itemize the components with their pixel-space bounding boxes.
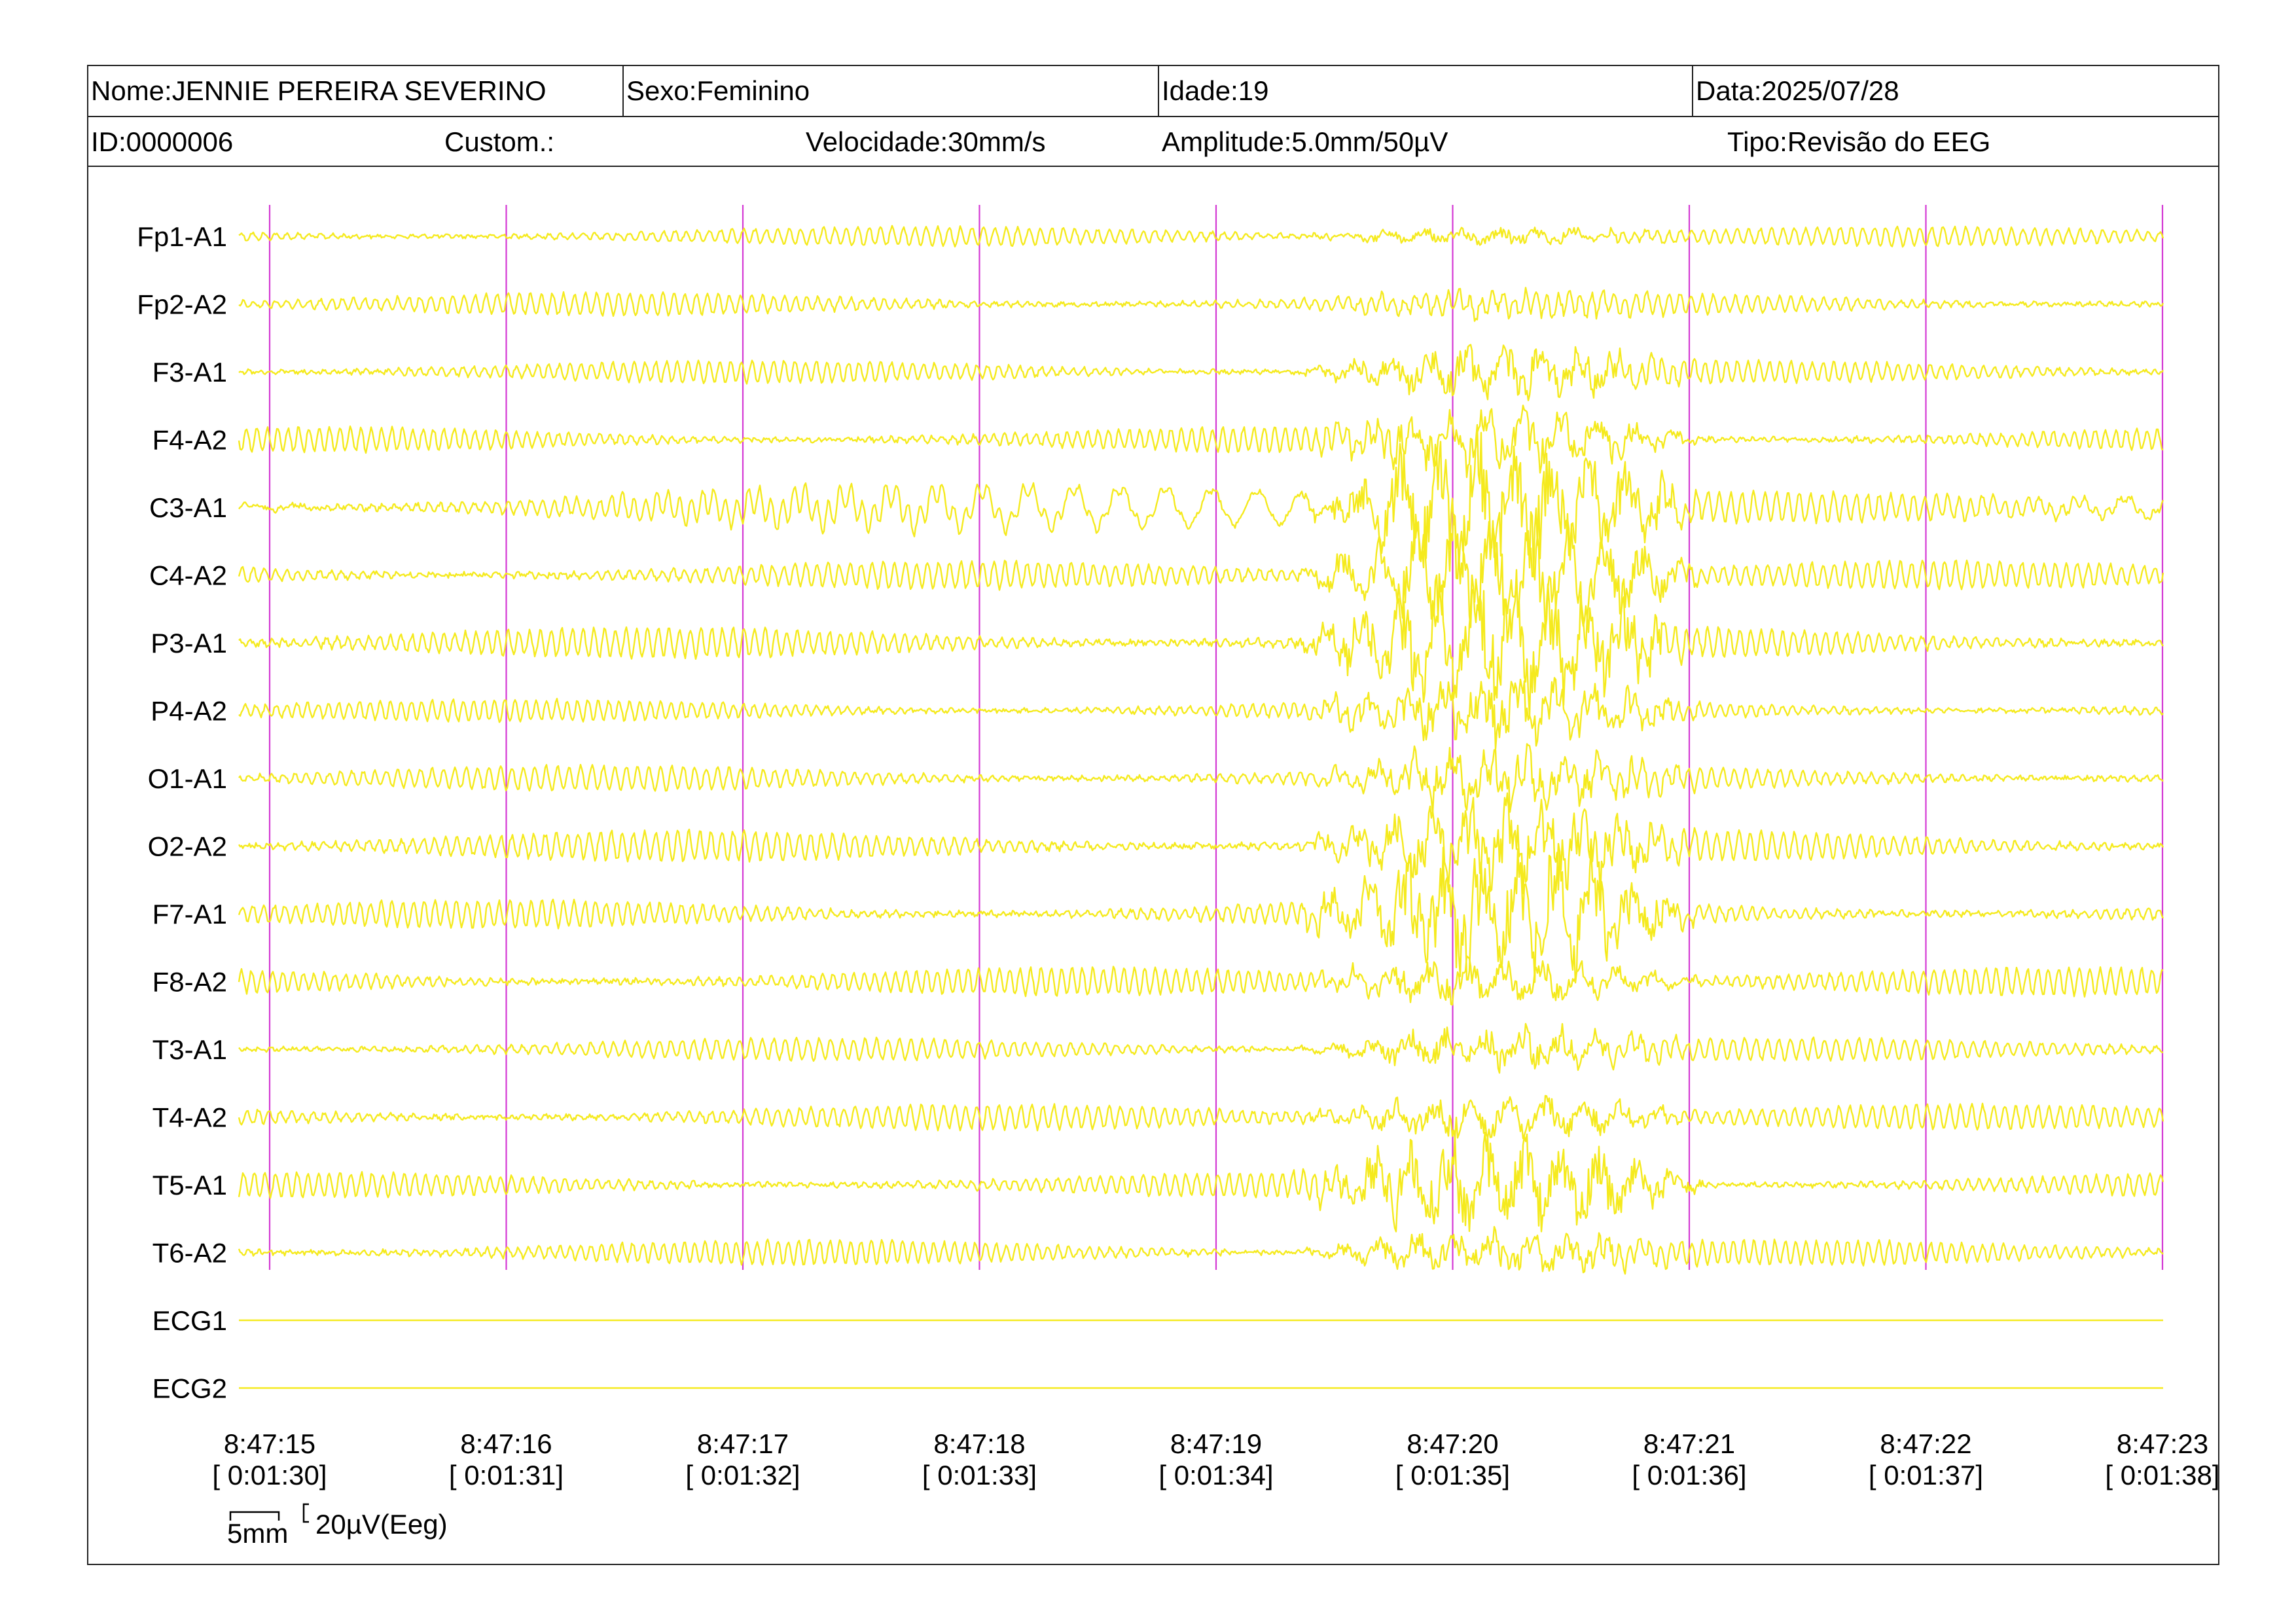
channel-label: O2-A2 <box>148 831 227 862</box>
time-clock-label: 8:47:23 <box>2117 1428 2208 1459</box>
time-scale-label: 5mm <box>227 1518 288 1549</box>
channel-label: F4-A2 <box>152 425 227 456</box>
time-clock-label: 8:47:22 <box>1880 1428 1971 1459</box>
amplitude-scale-label: 20µV(Eeg) <box>315 1509 448 1540</box>
channel-label: C4-A2 <box>149 560 227 591</box>
channel-label: Fp2-A2 <box>137 289 227 320</box>
channel-label: T5-A1 <box>152 1170 227 1200</box>
channel-label: T4-A2 <box>152 1102 227 1133</box>
time-clock-label: 8:47:15 <box>224 1428 315 1459</box>
channel-label: ECG2 <box>152 1373 227 1404</box>
time-elapsed-label: [ 0:01:32] <box>685 1460 800 1490</box>
calibration-scale: 5mm 20µV(Eeg) <box>227 1503 448 1549</box>
eeg-trace-area: Fp1-A1 Fp2-A2 F3-A1 F4-A2 C3-A1 C4-A2 P3-A1 P4-… <box>137 205 2220 1549</box>
time-clock-label: 8:47:19 <box>1170 1428 1262 1459</box>
eeg-trace <box>238 677 2164 750</box>
channel-label: F8-A2 <box>152 967 227 998</box>
channel-label: P4-A2 <box>151 696 227 727</box>
eeg-trace <box>238 424 2164 585</box>
channel-label: T6-A2 <box>152 1238 227 1269</box>
eeg-trace <box>238 792 2164 897</box>
eeg-trace <box>238 842 2164 984</box>
time-elapsed-label: [ 0:01:36] <box>1632 1460 1746 1490</box>
eeg-trace <box>238 955 2164 1006</box>
channel-label: F7-A1 <box>152 899 227 929</box>
eeg-trace <box>238 511 2164 631</box>
eeg-traces <box>238 225 2164 1389</box>
time-elapsed-label: [ 0:01:34] <box>1158 1460 1273 1490</box>
eeg-trace <box>238 1225 2164 1275</box>
time-elapsed-label: [ 0:01:33] <box>922 1460 1037 1490</box>
time-elapsed-label: [ 0:01:30] <box>212 1460 327 1490</box>
time-elapsed-label: [ 0:01:31] <box>449 1460 564 1490</box>
time-elapsed-label: [ 0:01:37] <box>1869 1460 1983 1490</box>
time-clock-label: 8:47:16 <box>460 1428 552 1459</box>
time-axis-labels: 8:47:15[ 0:01:30] 8:47:16[ 0:01:31] 8:47:1… <box>212 1428 2219 1490</box>
eeg-trace <box>238 743 2164 815</box>
channel-label: Fp1-A1 <box>137 221 227 252</box>
channel-label: F3-A1 <box>152 357 227 388</box>
channel-label: ECG1 <box>152 1305 227 1336</box>
eeg-trace <box>238 287 2164 322</box>
time-elapsed-label: [ 0:01:38] <box>2105 1460 2219 1490</box>
eeg-trace <box>238 405 2164 478</box>
eeg-trace <box>238 225 2164 248</box>
time-clock-label: 8:47:20 <box>1407 1428 1498 1459</box>
time-clock-label: 8:47:21 <box>1643 1428 1735 1459</box>
eeg-trace <box>238 1022 2164 1074</box>
channel-label: O1-A1 <box>148 763 227 794</box>
eeg-trace <box>238 1131 2164 1233</box>
time-clock-label: 8:47:17 <box>697 1428 789 1459</box>
eeg-trace <box>238 1094 2164 1140</box>
channel-label: P3-A1 <box>151 628 227 659</box>
channel-label: T3-A1 <box>152 1034 227 1065</box>
eeg-trace <box>238 344 2164 401</box>
channel-label: C3-A1 <box>149 492 227 523</box>
eeg-trace <box>238 569 2164 717</box>
time-elapsed-label: [ 0:01:35] <box>1395 1460 1510 1490</box>
channel-labels: Fp1-A1 Fp2-A2 F3-A1 F4-A2 C3-A1 C4-A2 P3-A1 P4-… <box>137 221 227 1404</box>
amplitude-scale-bracket-icon <box>302 1503 309 1523</box>
time-clock-label: 8:47:18 <box>933 1428 1025 1459</box>
